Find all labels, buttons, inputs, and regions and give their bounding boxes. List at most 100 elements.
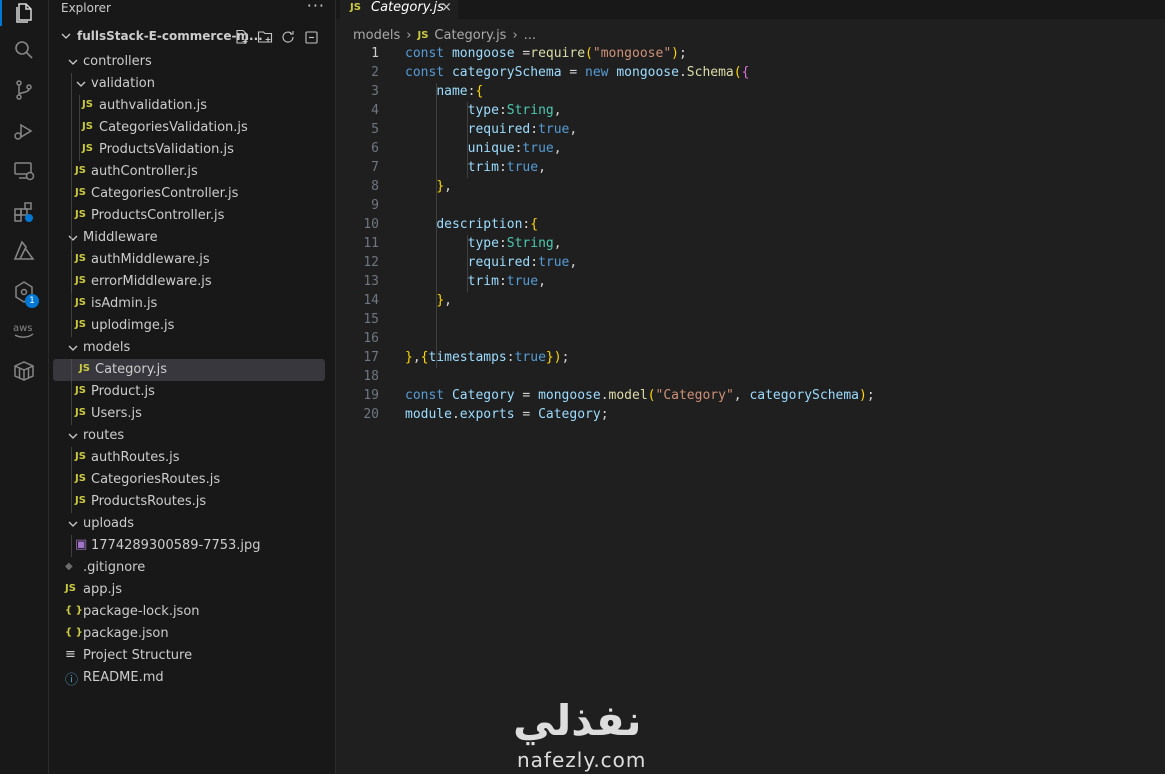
containers-icon[interactable] [0,355,48,387]
project-root-row[interactable]: fullsStack-E-commerce-m... [49,26,335,48]
tree-file[interactable]: { } package.json [49,623,335,645]
tree-folder[interactable]: uploads [49,513,335,535]
info-icon: ⓘ [65,673,79,688]
close-icon[interactable]: × [441,0,452,15]
code-line[interactable]: 8 }, [336,178,1165,197]
tree-file[interactable]: ≡ Project Structure [49,645,335,667]
code-line[interactable]: 19 const Category = mongoose.model("Categ… [336,387,1165,406]
refresh-icon[interactable] [280,29,296,45]
chevron-down-icon [68,235,78,241]
code-line[interactable]: 9 [336,197,1165,216]
json-file-icon: { } [65,605,83,616]
tree-item-label: controllers [83,54,152,69]
files-icon[interactable] [0,0,48,28]
tree-item-label: CategoriesRoutes.js [91,472,221,487]
tree-item-label: authController.js [91,164,198,179]
tree-folder[interactable]: models [49,337,335,359]
tree-file[interactable]: JS app.js [49,579,335,601]
source-control-icon[interactable] [0,74,48,106]
more-actions-button[interactable]: ··· [307,0,325,15]
tree-file[interactable]: ▣ 1774289300589-7753.jpg [49,535,335,557]
code-line[interactable]: 1 const mongoose =require("mongoose"); [336,45,1165,64]
tree-file[interactable]: JS errorMiddleware.js [49,271,335,293]
tree-file[interactable]: JS Product.js [49,381,335,403]
tree-item-label: uplodimge.js [91,318,175,333]
code-line[interactable]: 18 [336,368,1165,387]
code-line[interactable]: 7 trim:true, [336,159,1165,178]
tree-file[interactable]: JS CategoriesController.js [49,183,335,205]
tree-file[interactable]: JS ProductsRoutes.js [49,491,335,513]
js-file-icon: JS [75,275,86,286]
tree-file[interactable]: JS uplodimge.js [49,315,335,337]
explorer-actions [234,29,319,45]
watermark-arabic: نفذلي [513,696,643,745]
code-line[interactable]: 12 required:true, [336,254,1165,273]
code-line[interactable]: 2 const categorySchema = new mongoose.Sch… [336,64,1165,83]
tree-item-label: models [83,340,131,355]
code-line[interactable]: 6 unique:true, [336,140,1165,159]
tree-folder[interactable]: controllers [49,51,335,73]
tree-file[interactable]: JS CategoriesValidation.js [49,117,335,139]
line-number: 19 [363,388,379,403]
line-number: 8 [371,179,379,194]
code-indent-guide [467,235,468,292]
tree-file[interactable]: JS authMiddleware.js [49,249,335,271]
code-line[interactable]: 11 type:String, [336,235,1165,254]
tree-file[interactable]: JS ProductsController.js [49,205,335,227]
tree-file[interactable]: ◆ .gitignore [49,557,335,579]
code-line[interactable]: 15 [336,311,1165,330]
line-number: 9 [371,198,379,213]
code-line[interactable]: 3 name:{ [336,83,1165,102]
code-line[interactable]: 4 type:String, [336,102,1165,121]
breadcrumb-file[interactable]: Category.js [434,28,506,43]
tree-item-label: Product.js [91,384,155,399]
tree-folder[interactable]: routes [49,425,335,447]
code-line[interactable]: 16 [336,330,1165,349]
tree-file[interactable]: JS authRoutes.js [49,447,335,469]
tree-file[interactable]: ⓘ README.md [49,667,335,689]
git-file-icon: ◆ [65,561,73,572]
remote-explorer-icon[interactable] [0,155,48,187]
new-folder-icon[interactable] [257,29,273,45]
run-debug-icon[interactable] [0,115,48,147]
js-file-icon: JS [75,253,86,264]
breadcrumb-symbols[interactable]: ... [524,28,536,43]
indent-guide [71,249,72,337]
tree-file[interactable]: JS Category.js [53,359,325,381]
new-file-icon[interactable] [234,29,250,45]
search-icon[interactable] [0,34,48,66]
tree-file[interactable]: JS authvalidation.js [49,95,335,117]
line-number: 12 [363,255,379,270]
code-line[interactable]: 14 }, [336,292,1165,311]
tree-folder[interactable]: Middleware [49,227,335,249]
line-number: 3 [371,84,379,99]
code-line[interactable]: 5 required:true, [336,121,1165,140]
tree-file[interactable]: JS CategoriesRoutes.js [49,469,335,491]
extensions-icon[interactable] [0,196,48,228]
breadcrumb-folder[interactable]: models [353,28,400,43]
tree-file[interactable]: { } package-lock.json [49,601,335,623]
code-line[interactable]: 13 trim:true, [336,273,1165,292]
image-file-icon: ▣ [75,537,88,552]
aws-icon[interactable]: aws [0,314,48,346]
code-line[interactable]: 10 description:{ [336,216,1165,235]
code-line[interactable]: 17},{timestamps:true}); [336,349,1165,368]
line-number: 11 [363,236,379,251]
tree-file[interactable]: JS Users.js [49,403,335,425]
tree-item-label: Project Structure [83,648,193,663]
tab-category-js[interactable]: JS Category.js × [340,0,458,19]
azure-icon[interactable] [0,235,48,267]
gitlens-icon[interactable]: 1 [0,276,48,308]
tree-file[interactable]: JS ProductsValidation.js [49,139,335,161]
tree-file[interactable]: JS isAdmin.js [49,293,335,315]
tree-item-label: Middleware [83,230,158,245]
tree-folder[interactable]: validation [49,73,335,95]
tree-item-label: routes [83,428,125,443]
line-number: 2 [371,65,379,80]
js-file-icon: JS [75,165,86,176]
tree-file[interactable]: JS authController.js [49,161,335,183]
tree-item-label: Category.js [95,362,168,377]
breadcrumb: models › JS Category.js › ... [353,26,536,44]
collapse-all-icon[interactable] [303,29,319,45]
code-line[interactable]: 20 module.exports = Category; [336,406,1165,425]
